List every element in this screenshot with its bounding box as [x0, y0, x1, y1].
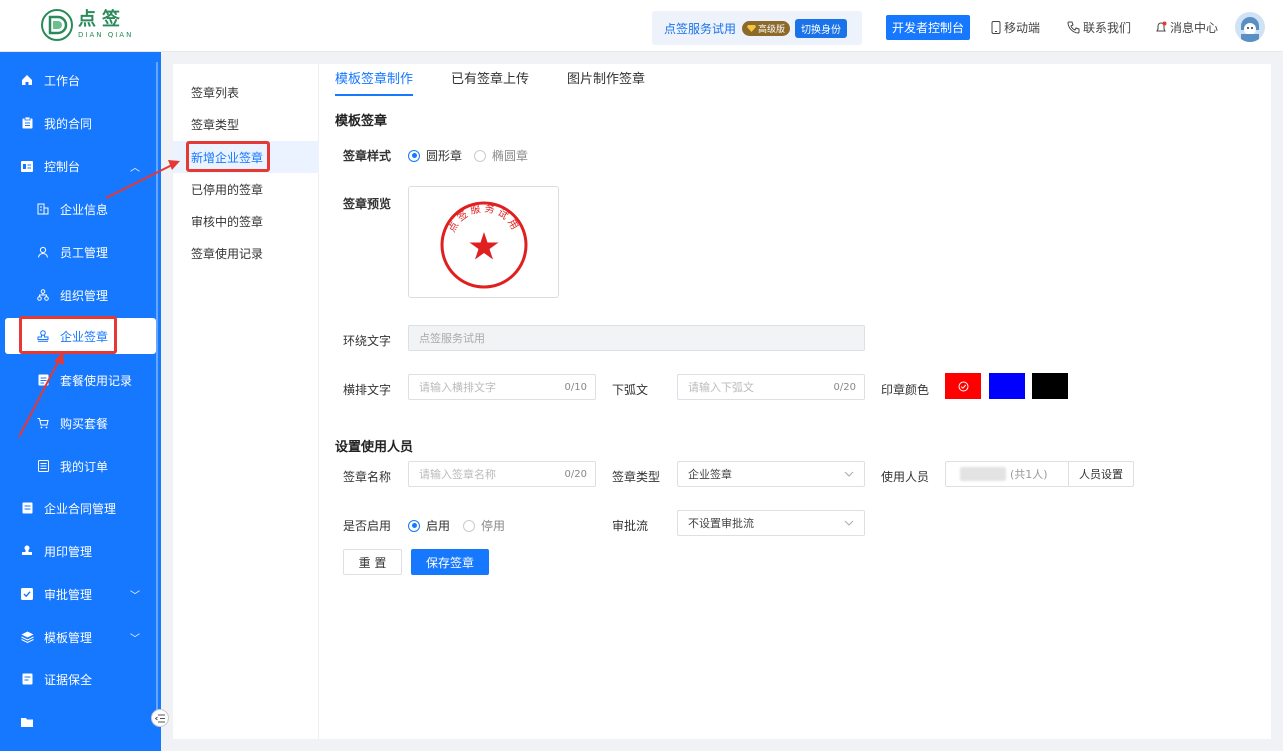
- annotation-arrows: [18, 160, 180, 438]
